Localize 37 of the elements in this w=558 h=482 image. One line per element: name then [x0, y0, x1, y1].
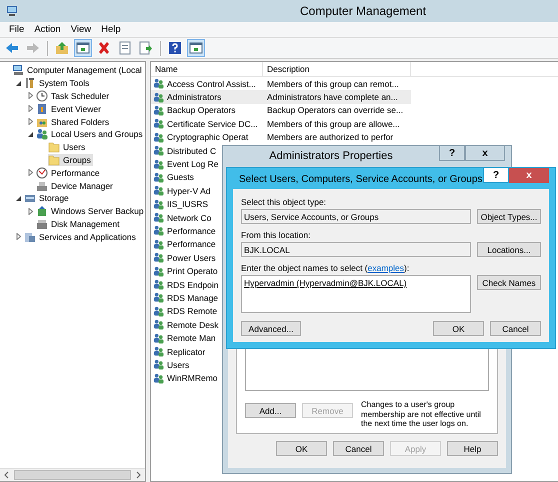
dialog-title: Select Users, Computers, Service Accounts, or Groups: [238, 173, 483, 185]
name-cell-text: Certificate Service DC...: [167, 118, 259, 129]
description-cell-text: Members of this group are allowe...: [266, 118, 400, 129]
name-cell-text: Backup Operators: [167, 105, 237, 116]
name-cell: WinRMRemo: [167, 373, 218, 384]
name-cell: Remote Man: [167, 333, 216, 344]
name-cell: Network Co: [167, 212, 212, 223]
name-cell-text: Cryptographic Operat: [167, 132, 250, 142]
name-cell: Remote Desk: [167, 320, 218, 330]
window-title: Computer Management: [300, 4, 426, 18]
name-cell: IIS_IUSRS: [167, 199, 208, 210]
name-cell: RDS Remote: [167, 306, 218, 316]
name-cell: Guests: [167, 172, 194, 182]
field-label: From this location:: [241, 230, 312, 240]
name-cell: RDS Manage: [167, 292, 218, 303]
name-cell: Replicator: [167, 346, 206, 356]
name-cell: RDS Endpoin: [167, 280, 219, 290]
name-cell: Power Users: [167, 252, 216, 263]
field-label: Select this object type:: [241, 197, 328, 207]
name-cell: Performance: [167, 239, 216, 250]
description-cell-text: Administrators have complete an...: [266, 92, 398, 102]
location-field: BJK.LOCAL: [241, 242, 471, 257]
name-cell: Event Log Re: [167, 159, 219, 170]
name-cell: Distributed C: [167, 146, 216, 156]
name-cell: Performance: [167, 226, 216, 236]
object-type-field: Users, Service Accounts, or Groups: [241, 209, 471, 224]
name-cell: Print Operato: [167, 266, 218, 276]
description-cell-text: Members of this group can remot...: [266, 78, 399, 89]
dialog-title: Administrators Properties: [268, 149, 394, 162]
description-cell-text: Members are authorized to perfor: [266, 132, 394, 142]
name-cell: Hyper-V Ad: [167, 186, 210, 196]
name-cell: Users: [167, 360, 190, 370]
name-cell-text: Administrators: [167, 92, 222, 102]
field-label: Enter the object names to select (examples):: [241, 263, 410, 273]
note-text: Changes to a user's group membership are not effective until the next time the user logs on.: [361, 400, 482, 428]
name-cell-text: Access Control Assist...: [167, 78, 257, 89]
description-cell-text: Backup Operators can override se...: [266, 105, 404, 116]
